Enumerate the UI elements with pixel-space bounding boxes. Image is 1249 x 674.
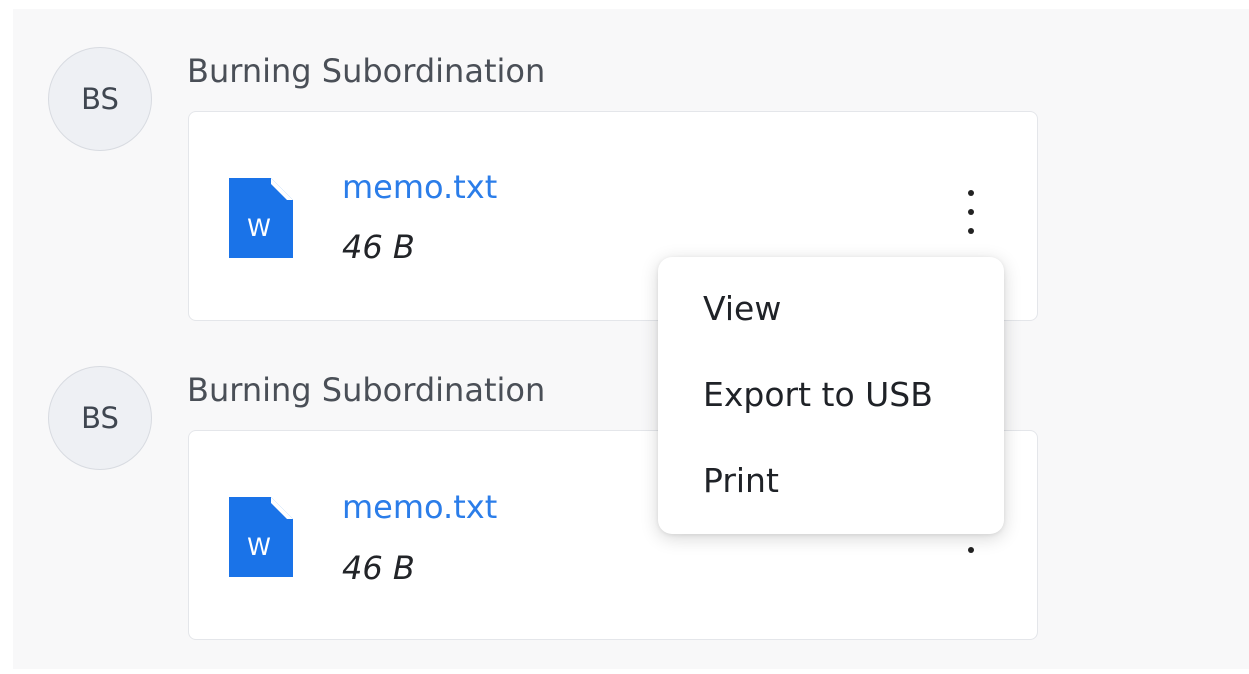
more-options-icon[interactable] <box>957 190 985 234</box>
menu-item-view[interactable]: View <box>658 283 1004 369</box>
sender-name: Burning Subordination <box>187 371 546 409</box>
menu-item-export-to-usb[interactable]: Export to USB <box>658 369 1004 455</box>
avatar: BS <box>48 366 152 470</box>
file-size: 46 B <box>342 549 415 587</box>
file-name-link[interactable]: memo.txt <box>342 488 497 526</box>
context-menu: View Export to USB Print <box>658 257 1004 534</box>
menu-item-print[interactable]: Print <box>658 455 1004 541</box>
svg-text:W: W <box>247 533 271 561</box>
sender-name: Burning Subordination <box>187 52 546 90</box>
word-document-icon: W <box>229 497 293 577</box>
avatar-initials: BS <box>81 401 119 435</box>
avatar: BS <box>48 47 152 151</box>
file-name-link[interactable]: memo.txt <box>342 168 497 206</box>
word-document-icon: W <box>229 178 293 258</box>
svg-text:W: W <box>247 214 271 242</box>
file-size: 46 B <box>342 228 415 266</box>
avatar-initials: BS <box>81 82 119 116</box>
